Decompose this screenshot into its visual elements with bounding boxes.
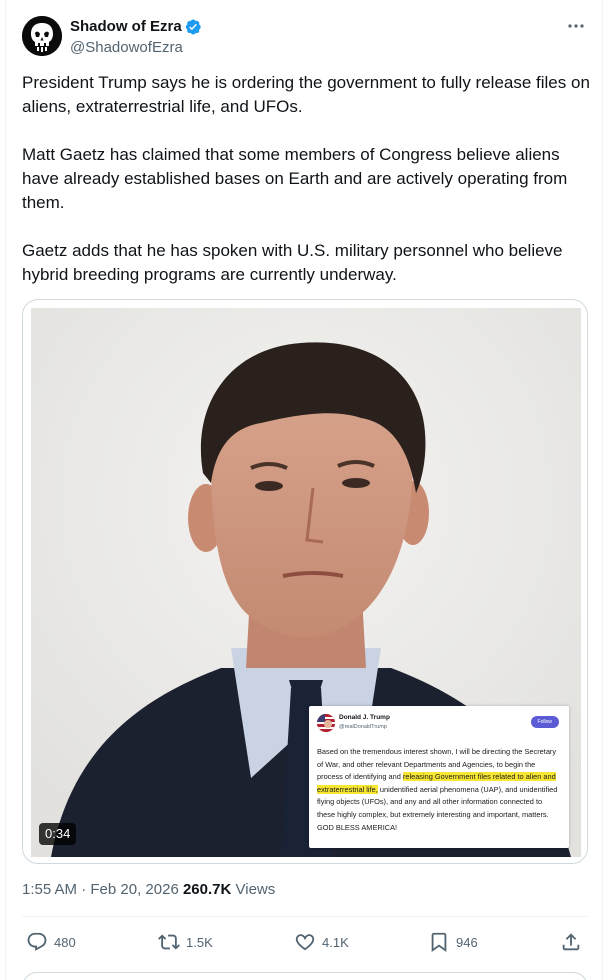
tweet-paragraph: President Trump says he is ordering the … [22,73,590,116]
reply-composer[interactable] [22,972,588,980]
repost-count: 1.5K [186,934,213,950]
repost-icon [158,934,180,950]
tweet-paragraph: Gaetz adds that he has spoken with U.S. … [22,241,563,284]
heart-icon [295,934,315,951]
avatar[interactable] [22,16,62,56]
embedded-follow-button: Follow [530,716,559,728]
reply-icon [27,932,47,951]
embedded-post-body: Based on the tremendous interest shown, … [317,746,561,834]
verified-badge-icon [185,19,201,35]
meta-separator: · [81,881,87,898]
reply-count: 480 [54,934,76,950]
flag-avatar-icon [317,714,335,732]
share-button[interactable] [560,928,582,956]
bookmark-button[interactable]: 946 [428,928,478,956]
tweet-paragraph: Matt Gaetz has claimed that some members… [22,145,568,212]
tweet-text: President Trump says he is ordering the … [22,71,592,287]
divider [22,916,588,917]
media-card[interactable]: Donald J. Trump @realDonaldTrump Follow … [22,299,588,864]
display-name[interactable]: Shadow of Ezra [70,17,182,37]
share-icon [562,933,580,951]
tweet-header: Shadow of Ezra @ShadowofEzra [22,16,592,60]
video-player[interactable]: Donald J. Trump @realDonaldTrump Follow … [31,308,581,857]
bookmark-count: 946 [456,934,478,950]
views-label: Views [235,881,276,898]
embedded-post-header: Donald J. Trump @realDonaldTrump Follow [317,712,561,738]
author-block: Shadow of Ezra @ShadowofEzra [70,17,202,58]
skull-avatar-icon [22,16,62,56]
embedded-post-screenshot: Donald J. Trump @realDonaldTrump Follow … [309,706,569,848]
embedded-post-handle: @realDonaldTrump [339,724,387,730]
embedded-post-avatar [317,714,335,732]
bookmark-icon [431,932,447,953]
views-count[interactable]: 260.7K [183,881,231,898]
reply-button[interactable]: 480 [26,928,76,956]
action-bar: 480 1.5K 4.1K 946 [22,928,592,956]
post-time[interactable]: 1:55 AM [22,881,77,898]
video-duration-badge: 0:34 [39,823,77,845]
tweet-meta: 1:55 AM · Feb 20, 2026 260.7K Views [22,880,275,900]
post-date[interactable]: Feb 20, 2026 [90,881,178,898]
more-options-icon[interactable] [566,16,586,36]
like-button[interactable]: 4.1K [294,928,349,956]
embedded-post-name: Donald J. Trump [339,714,390,721]
handle[interactable]: @ShadowofEzra [70,38,202,58]
repost-button[interactable]: 1.5K [158,928,213,956]
like-count: 4.1K [322,934,349,950]
